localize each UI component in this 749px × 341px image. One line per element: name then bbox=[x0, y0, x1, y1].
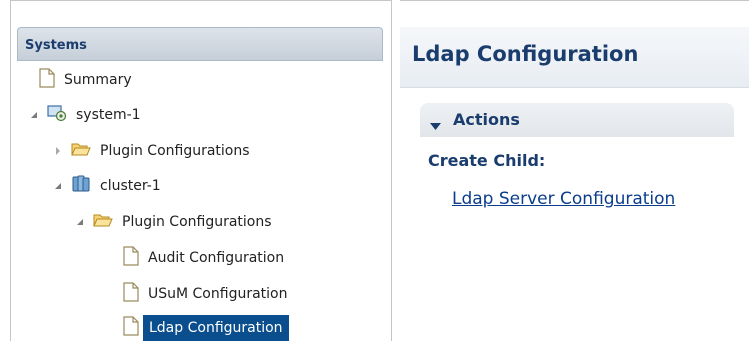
system-icon bbox=[47, 104, 67, 126]
tree-item-plugin-configurations-expanded[interactable]: Plugin Configurations bbox=[75, 209, 272, 235]
tree-item-label: Plugin Configurations bbox=[100, 143, 250, 159]
expanded-arrow-icon[interactable] bbox=[29, 110, 39, 120]
tree-item-ldap-configuration[interactable]: Ldap Configuration bbox=[123, 315, 289, 341]
folder-open-icon bbox=[93, 212, 113, 232]
document-icon bbox=[123, 246, 139, 270]
tree-item-label: Summary bbox=[64, 72, 132, 88]
collapse-triangle-icon[interactable] bbox=[430, 116, 441, 135]
document-icon bbox=[123, 282, 139, 306]
create-child-label: Create Child: bbox=[428, 151, 546, 170]
tree-item-cluster-1[interactable]: cluster-1 bbox=[53, 173, 161, 199]
expanded-arrow-icon[interactable] bbox=[75, 217, 85, 227]
expanded-arrow-icon[interactable] bbox=[53, 181, 63, 191]
ldap-server-configuration-link[interactable]: Ldap Server Configuration bbox=[452, 189, 675, 209]
cluster-icon bbox=[71, 175, 91, 197]
detail-header: Ldap Configuration bbox=[400, 27, 749, 88]
folder-icon bbox=[71, 141, 91, 161]
tree-item-label: USuM Configuration bbox=[148, 286, 288, 302]
tree-item-label: Plugin Configurations bbox=[122, 214, 272, 230]
systems-panel: Systems Summary system-1 Plugin Configur… bbox=[10, 0, 392, 341]
systems-panel-header: Systems bbox=[17, 27, 383, 61]
tree-item-label: Ldap Configuration bbox=[143, 315, 289, 341]
detail-panel: Ldap Configuration Actions Create Child:… bbox=[400, 0, 749, 341]
tree-item-plugin-configurations[interactable]: Plugin Configurations bbox=[53, 138, 250, 164]
document-icon bbox=[123, 316, 139, 340]
tree-item-label: cluster-1 bbox=[100, 178, 161, 194]
tree-item-summary[interactable]: Summary bbox=[39, 67, 132, 93]
actions-section-header[interactable]: Actions bbox=[420, 103, 734, 137]
tree-item-usum-configuration[interactable]: USuM Configuration bbox=[123, 281, 287, 307]
collapsed-arrow-icon[interactable] bbox=[53, 146, 63, 156]
tree-item-label: Audit Configuration bbox=[148, 250, 285, 266]
tree-item-audit-configuration[interactable]: Audit Configuration bbox=[123, 245, 284, 271]
page-title: Ldap Configuration bbox=[412, 42, 639, 66]
actions-label: Actions bbox=[453, 110, 520, 129]
document-icon bbox=[39, 68, 55, 92]
tree-item-system-1[interactable]: system-1 bbox=[29, 102, 141, 128]
tree-item-label: system-1 bbox=[76, 107, 141, 123]
systems-panel-title: Systems bbox=[25, 38, 87, 53]
